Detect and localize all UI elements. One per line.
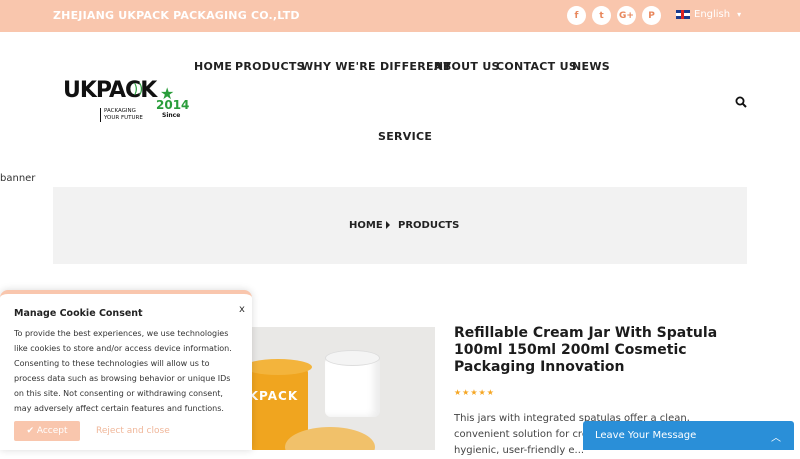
google-plus-icon[interactable]: G+ <box>617 6 636 25</box>
nav-home[interactable]: HOME <box>194 60 232 73</box>
since-label: Since <box>162 112 181 119</box>
yellow-jar-rim <box>244 359 312 375</box>
company-name: ZHEJIANG UKPACK PACKAGING CO.,LTD <box>53 9 300 22</box>
rating-stars: ★★★★★ <box>454 388 495 397</box>
language-label: English <box>694 9 731 20</box>
white-inner-jar <box>325 357 380 417</box>
twitter-icon[interactable]: t <box>592 6 611 25</box>
logo-tagline: PACKAGING YOUR FUTURE <box>100 108 143 122</box>
nav-service[interactable]: SERVICE <box>378 130 432 143</box>
site-logo[interactable]: UKPACK )) PACKAGING YOUR FUTURE ★ 2014 S… <box>63 78 190 126</box>
banner-image-alt: banner <box>0 173 36 184</box>
product-image[interactable]: UKPACK <box>230 327 435 450</box>
cookie-title: Manage Cookie Consent <box>14 308 143 319</box>
uk-flag-icon <box>676 10 690 19</box>
chevron-up-icon: ︿ <box>771 433 781 444</box>
top-bar: ZHEJIANG UKPACK PACKAGING CO.,LTD f t G+… <box>0 0 800 32</box>
signal-wave-icon: )) <box>133 82 144 97</box>
product-title: Refillable Cream Jar With Spatula 100ml … <box>454 325 718 375</box>
facebook-icon[interactable]: f <box>567 6 586 25</box>
white-jar-rim <box>325 350 380 366</box>
chevron-right-icon <box>386 221 390 229</box>
pinterest-icon[interactable]: P <box>642 6 661 25</box>
leave-message-label: Leave Your Message <box>595 430 697 441</box>
nav-why-different[interactable]: WHY WE'RE DIFFERENT <box>301 60 451 73</box>
nav-contact-us[interactable]: CONTACT US <box>496 60 577 73</box>
leave-message-bar[interactable]: Leave Your Message ︿ <box>583 421 794 450</box>
nav-news[interactable]: NEWS <box>572 60 610 73</box>
close-icon[interactable]: x <box>239 304 245 315</box>
nav-products[interactable]: PRODUCTS <box>235 60 305 73</box>
language-selector[interactable]: English ▾ <box>676 9 741 20</box>
accept-button[interactable]: ✔ Accept <box>14 421 80 441</box>
cookie-body: To provide the best experiences, we use … <box>14 329 232 413</box>
chevron-down-icon: ▾ <box>737 10 742 19</box>
search-icon[interactable] <box>735 96 747 108</box>
breadcrumb-current: PRODUCTS <box>398 220 460 231</box>
nav-about-us[interactable]: ABOUT US <box>434 60 500 73</box>
cookie-consent-panel: Manage Cookie Consent x To provide the b… <box>0 290 252 450</box>
reject-button[interactable]: Reject and close <box>96 426 170 436</box>
breadcrumb-home[interactable]: HOME <box>349 220 383 231</box>
since-year: 2014 <box>156 98 190 112</box>
